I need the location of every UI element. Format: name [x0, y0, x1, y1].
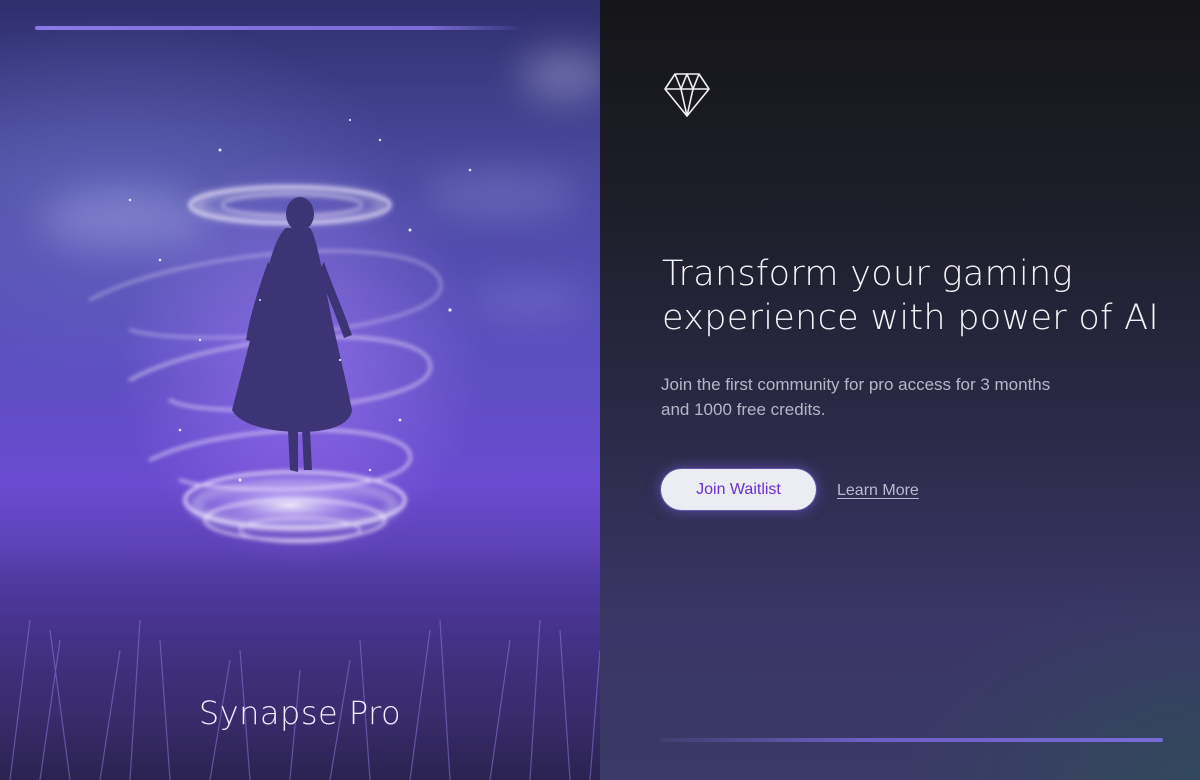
hero-panel: Synapse Pro: [0, 0, 600, 780]
brand-title: Synapse Pro: [198, 694, 402, 732]
subtext: Join the first community for pro access …: [661, 375, 1051, 419]
bottom-accent-line: [660, 738, 1163, 742]
join-waitlist-button[interactable]: Join Waitlist: [661, 469, 816, 510]
diamond-icon: [664, 73, 710, 117]
learn-more-link[interactable]: Learn More: [837, 482, 919, 500]
headline: Transform your gaming experience with po…: [662, 254, 1160, 338]
content-panel: Transform your gaming experience with po…: [600, 0, 1200, 780]
grass-blades: [9, 619, 600, 780]
